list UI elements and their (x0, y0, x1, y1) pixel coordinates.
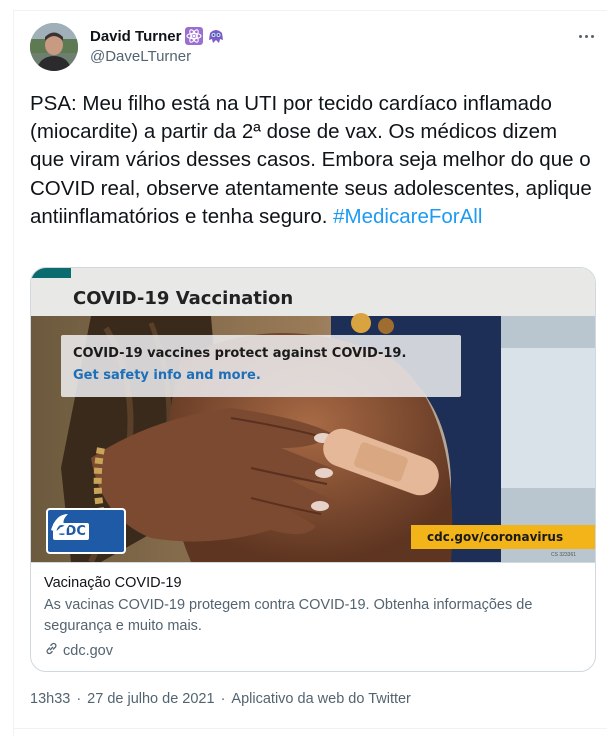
image-overlay-line1: COVID-19 vaccines protect against COVID-… (73, 346, 407, 361)
link-preview-card[interactable]: COVID-19 Vaccination COVID-19 vaccines p… (30, 267, 596, 672)
author-name-row: David Turner (90, 27, 225, 45)
image-overlay-line2: Get safety info and more. (73, 368, 261, 383)
cdc-logo: CDC (46, 508, 126, 554)
avatar[interactable] (30, 23, 78, 71)
card-domain: cdc.gov (44, 641, 584, 660)
more-horizontal-icon[interactable] (574, 27, 598, 45)
alien-monster-emoji-icon (207, 27, 225, 45)
card-description: As vacinas COVID-19 protegem contra COVI… (44, 597, 533, 634)
tweet-source[interactable]: Aplicativo da web do Twitter (231, 691, 410, 707)
card-image[interactable]: COVID-19 Vaccination COVID-19 vaccines p… (31, 268, 595, 562)
url-banner: cdc.gov/coronavirus (411, 525, 595, 549)
card-domain-text: cdc.gov (63, 642, 113, 659)
image-code: CS 323361 (551, 552, 577, 558)
atom-emoji-icon (185, 27, 204, 45)
tweet-text: PSA: Meu filho está na UTI por tecido ca… (30, 90, 595, 231)
meta-separator: · (76, 691, 82, 707)
teal-accent-bar (31, 268, 71, 278)
card-info[interactable]: Vacinação COVID-19 As vacinas COVID-19 p… (31, 562, 595, 671)
tweet-time[interactable]: 13h33 (30, 691, 70, 707)
meta-separator: · (220, 691, 226, 707)
card-title: Vacinação COVID-19 (44, 575, 182, 591)
tweet-meta: 13h33 · 27 de julho de 2021 · Aplicativo… (30, 691, 411, 707)
hashtag-link[interactable]: #MedicareForAll (333, 205, 482, 228)
hhs-eagle-icon (51, 514, 70, 536)
display-name[interactable]: David Turner (90, 28, 181, 45)
divider (13, 728, 607, 729)
image-overlay-box (61, 335, 461, 397)
tweet-date[interactable]: 27 de julho de 2021 (87, 691, 214, 707)
link-icon (44, 641, 59, 660)
user-handle[interactable]: @DaveLTurner (90, 48, 191, 65)
tweet-body: PSA: Meu filho está na UTI por tecido ca… (30, 92, 592, 228)
image-title: COVID-19 Vaccination (73, 288, 294, 309)
